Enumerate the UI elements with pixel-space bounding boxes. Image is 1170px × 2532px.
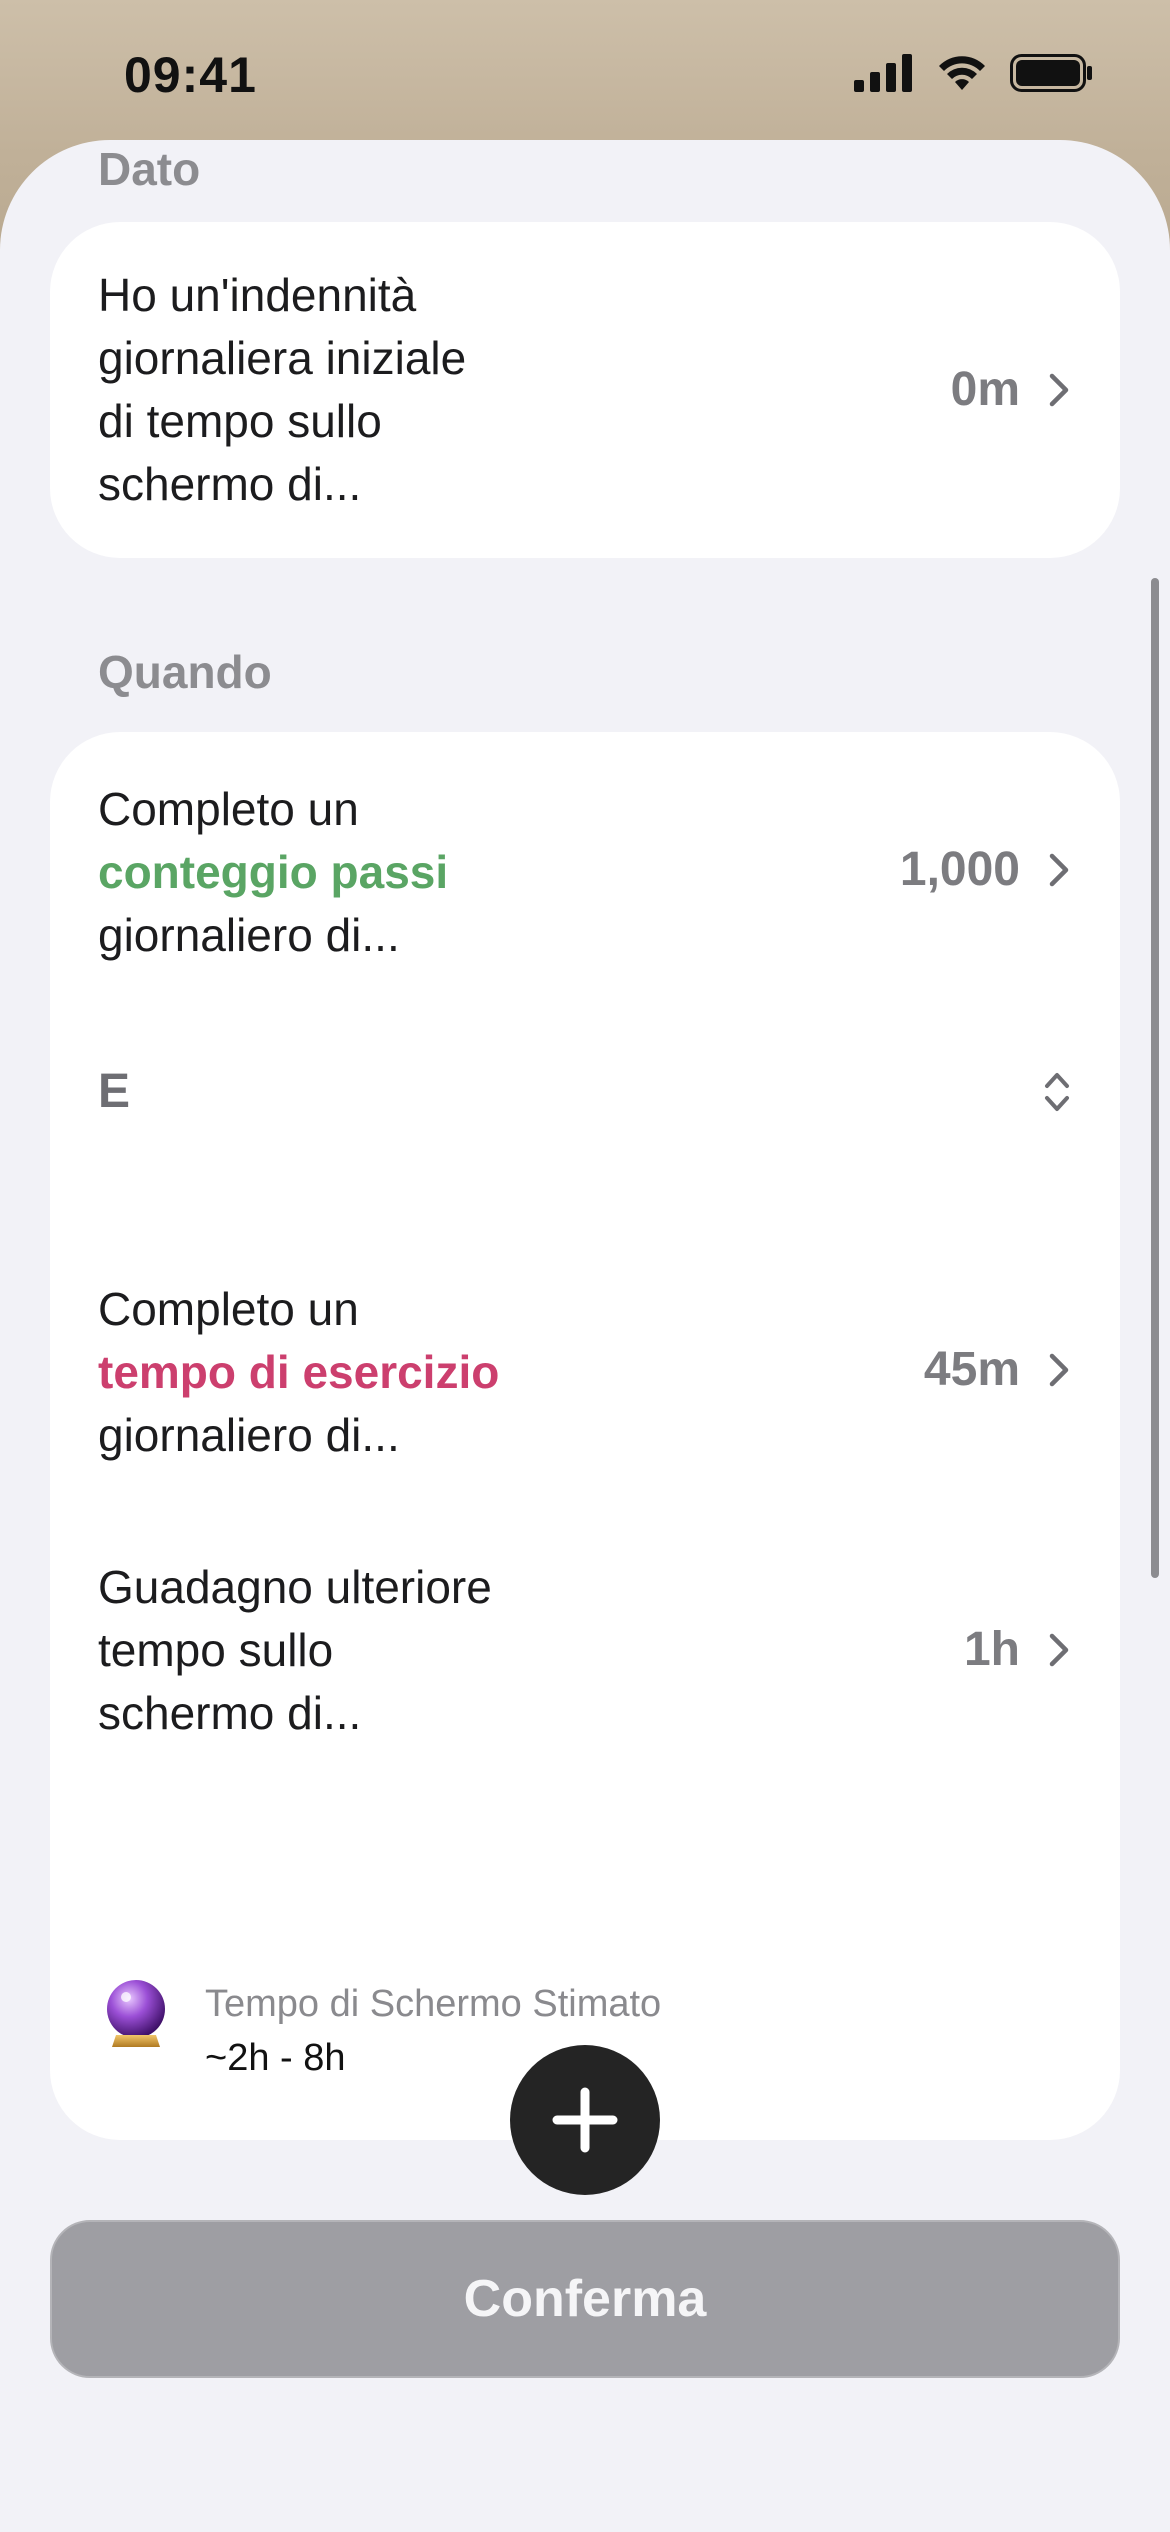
text-line: giornaliero di...: [98, 1409, 400, 1461]
cellular-signal-icon: [854, 54, 912, 92]
chevron-right-icon: [1049, 853, 1069, 887]
estimate-title: Tempo di Schermo Stimato: [205, 1983, 662, 2025]
exercise-value: 45m: [923, 1343, 1020, 1396]
text-line: tempo sullo: [98, 1624, 334, 1676]
text-line: Ho un'indennità: [98, 269, 417, 321]
crystal-ball-icon: [107, 1980, 165, 2047]
given-card: Ho un'indennità giornaliera iniziale di …: [50, 222, 1120, 558]
chevron-right-icon: [1049, 373, 1069, 407]
exercise-metric-highlight: tempo di esercizio: [98, 1346, 500, 1398]
chevron-right-icon: [1049, 1353, 1069, 1387]
plus-icon: [552, 2087, 618, 2153]
steps-condition-row[interactable]: Completo un conteggio passi giornaliero …: [50, 732, 1120, 982]
exercise-condition-row[interactable]: Completo un tempo di esercizio giornalie…: [50, 1232, 1120, 1482]
chevron-right-icon: [1049, 1633, 1069, 1667]
earn-time-row[interactable]: Guadagno ulteriore tempo sullo schermo d…: [50, 1512, 1120, 1762]
steps-value: 1,000: [899, 843, 1020, 896]
text-line: giornaliero di...: [98, 909, 400, 961]
status-time: 09:41: [124, 47, 257, 103]
earn-time-text: Guadagno ulteriore tempo sullo schermo d…: [98, 1556, 492, 1745]
confirm-button[interactable]: Conferma: [50, 2220, 1120, 2378]
when-card: Completo un conteggio passi giornaliero …: [50, 732, 1120, 2140]
status-icons: [854, 54, 1094, 92]
section-label-given: Dato: [98, 143, 201, 195]
section-label-when: Quando: [98, 646, 272, 698]
operator-selector[interactable]: E: [50, 1032, 1120, 1152]
initial-allowance-value: 0m: [950, 363, 1020, 416]
text-line: Guadagno ulteriore: [98, 1561, 492, 1613]
operator-label: E: [98, 1065, 131, 1118]
steps-condition-text: Completo un conteggio passi giornaliero …: [98, 778, 448, 967]
initial-allowance-text: Ho un'indennità giornaliera iniziale di …: [98, 264, 466, 516]
text-line: di tempo sullo: [98, 395, 382, 447]
text-line: Completo un: [98, 1283, 359, 1335]
earn-time-value: 1h: [963, 1623, 1020, 1676]
chevron-up-down-icon: [1045, 1073, 1069, 1111]
text-line: schermo di...: [98, 1687, 362, 1739]
steps-metric-highlight: conteggio passi: [98, 846, 449, 898]
scrollbar[interactable]: [1151, 578, 1159, 1578]
add-condition-button[interactable]: [510, 2045, 660, 2195]
initial-allowance-row[interactable]: Ho un'indennità giornaliera iniziale di …: [50, 222, 1120, 558]
estimate-value: ~2h - 8h: [205, 2037, 346, 2079]
status-bar: 09:41: [0, 0, 1170, 140]
battery-icon: [1010, 54, 1092, 92]
text-line: giornaliera iniziale: [98, 332, 467, 384]
exercise-condition-text: Completo un tempo di esercizio giornalie…: [98, 1278, 499, 1467]
text-line: schermo di...: [98, 458, 362, 510]
wifi-icon: [939, 56, 985, 90]
text-line: Completo un: [98, 783, 359, 835]
